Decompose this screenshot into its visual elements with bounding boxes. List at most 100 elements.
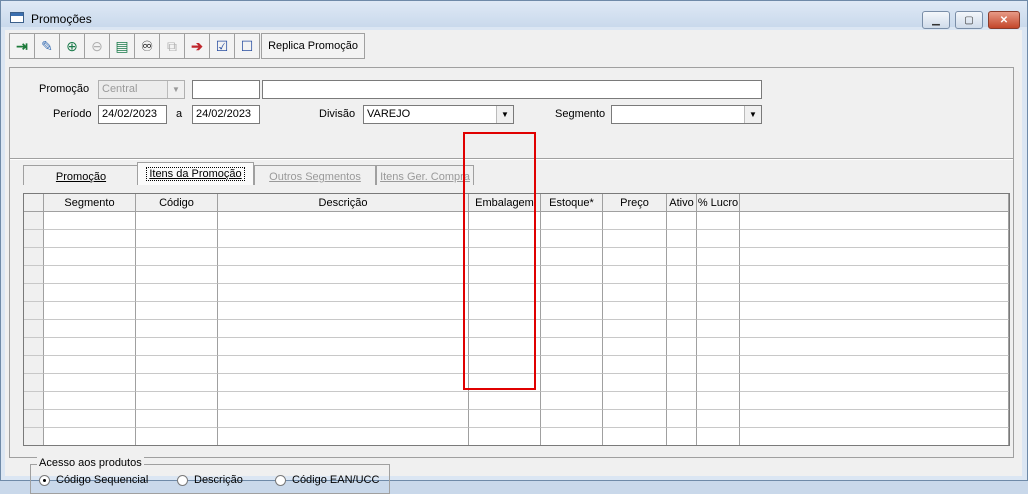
- grid-cell-lucro[interactable]: [697, 212, 740, 230]
- grid-cell-embalagem[interactable]: [469, 266, 541, 284]
- grid-cell-codigo[interactable]: [136, 374, 218, 392]
- tab-promocao[interactable]: Promoção: [23, 165, 139, 185]
- row-selector-cell[interactable]: [24, 410, 44, 428]
- minimize-button[interactable]: ▁: [922, 11, 950, 29]
- column-header-segmento[interactable]: Segmento: [44, 194, 136, 212]
- grid-cell-ativo[interactable]: [667, 338, 697, 356]
- periodo-start-input[interactable]: 24/02/2023: [98, 105, 167, 124]
- grid-cell-ativo[interactable]: [667, 320, 697, 338]
- grid-cell-descricao[interactable]: [218, 284, 469, 302]
- grid-cell-estoque[interactable]: [541, 374, 603, 392]
- grid-cell-preco[interactable]: [603, 374, 667, 392]
- tab-outros-segmentos[interactable]: Outros Segmentos: [254, 165, 376, 185]
- column-header-lucro[interactable]: % Lucro: [697, 194, 740, 212]
- divisao-select[interactable]: VAREJO ▼: [363, 105, 514, 124]
- grid-cell-embalagem[interactable]: [469, 428, 541, 445]
- grid-cell-preco[interactable]: [603, 410, 667, 428]
- grid-cell-segmento[interactable]: [44, 320, 136, 338]
- grid-cell-estoque[interactable]: [541, 284, 603, 302]
- grid-cell-lucro[interactable]: [697, 266, 740, 284]
- grid-cell-ativo[interactable]: [667, 212, 697, 230]
- grid-cell-codigo[interactable]: [136, 410, 218, 428]
- grid-cell-embalagem[interactable]: [469, 230, 541, 248]
- row-selector-cell[interactable]: [24, 212, 44, 230]
- grid-cell-ativo[interactable]: [667, 302, 697, 320]
- uncheck-all-button[interactable]: ☐: [234, 33, 260, 59]
- grid-cell-filler[interactable]: [740, 356, 1009, 374]
- grid-cell-lucro[interactable]: [697, 248, 740, 266]
- grid-cell-embalagem[interactable]: [469, 338, 541, 356]
- grid-cell-ativo[interactable]: [667, 266, 697, 284]
- promocao-code-input[interactable]: [192, 80, 260, 99]
- close-button[interactable]: ✕: [988, 11, 1020, 29]
- add-item-button[interactable]: ⊕: [59, 33, 85, 59]
- grid-cell-segmento[interactable]: [44, 374, 136, 392]
- grid-cell-filler[interactable]: [740, 248, 1009, 266]
- column-header-estoque[interactable]: Estoque*: [541, 194, 603, 212]
- grid-cell-estoque[interactable]: [541, 338, 603, 356]
- grid-cell-descricao[interactable]: [218, 230, 469, 248]
- grid-cell-preco[interactable]: [603, 356, 667, 374]
- grid-cell-estoque[interactable]: [541, 428, 603, 445]
- grid-cell-estoque[interactable]: [541, 266, 603, 284]
- itens-grid[interactable]: Segmento Código Descrição Embalagem Estoque*…: [23, 193, 1010, 446]
- exit-button[interactable]: ⇥: [9, 33, 35, 59]
- radio-descricao[interactable]: Descrição: [177, 474, 243, 486]
- grid-cell-lucro[interactable]: [697, 230, 740, 248]
- grid-cell-segmento[interactable]: [44, 230, 136, 248]
- grid-cell-segmento[interactable]: [44, 248, 136, 266]
- grid-cell-codigo[interactable]: [136, 392, 218, 410]
- grid-cell-preco[interactable]: [603, 284, 667, 302]
- copy-button[interactable]: ⧉: [159, 33, 185, 59]
- grid-cell-estoque[interactable]: [541, 356, 603, 374]
- grid-cell-embalagem[interactable]: [469, 410, 541, 428]
- grid-cell-lucro[interactable]: [697, 374, 740, 392]
- grid-cell-descricao[interactable]: [218, 392, 469, 410]
- promocao-select[interactable]: Central ▼: [98, 80, 185, 99]
- grid-cell-segmento[interactable]: [44, 338, 136, 356]
- row-selector-cell[interactable]: [24, 284, 44, 302]
- column-header-descricao[interactable]: Descrição: [218, 194, 469, 212]
- grid-cell-lucro[interactable]: [697, 392, 740, 410]
- grid-cell-lucro[interactable]: [697, 302, 740, 320]
- radio-codigo-ean[interactable]: Código EAN/UCC: [275, 474, 379, 486]
- grid-cell-preco[interactable]: [603, 428, 667, 445]
- grid-cell-descricao[interactable]: [218, 410, 469, 428]
- replica-promocao-button[interactable]: Replica Promoção: [261, 33, 365, 59]
- grid-cell-embalagem[interactable]: [469, 356, 541, 374]
- grid-cell-estoque[interactable]: [541, 410, 603, 428]
- grid-cell-lucro[interactable]: [697, 320, 740, 338]
- row-selector-cell[interactable]: [24, 302, 44, 320]
- grid-cell-descricao[interactable]: [218, 302, 469, 320]
- grid-cell-filler[interactable]: [740, 284, 1009, 302]
- grid-cell-filler[interactable]: [740, 212, 1009, 230]
- grid-cell-descricao[interactable]: [218, 338, 469, 356]
- grid-cell-ativo[interactable]: [667, 392, 697, 410]
- grid-cell-embalagem[interactable]: [469, 320, 541, 338]
- grid-cell-segmento[interactable]: [44, 410, 136, 428]
- check-all-button[interactable]: ☑: [209, 33, 235, 59]
- tab-itens-ger-compra[interactable]: Itens Ger. Compra: [376, 165, 474, 185]
- grid-cell-segmento[interactable]: [44, 266, 136, 284]
- row-selector-cell[interactable]: [24, 392, 44, 410]
- grid-cell-estoque[interactable]: [541, 320, 603, 338]
- grid-cell-preco[interactable]: [603, 302, 667, 320]
- column-header-ativo[interactable]: Ativo: [667, 194, 697, 212]
- grid-cell-descricao[interactable]: [218, 248, 469, 266]
- grid-cell-codigo[interactable]: [136, 428, 218, 445]
- grid-cell-lucro[interactable]: [697, 338, 740, 356]
- segmento-select[interactable]: ▼: [611, 105, 762, 124]
- grid-cell-descricao[interactable]: [218, 374, 469, 392]
- column-header-filler[interactable]: [740, 194, 1009, 212]
- grid-cell-filler[interactable]: [740, 392, 1009, 410]
- grid-cell-codigo[interactable]: [136, 320, 218, 338]
- grid-cell-estoque[interactable]: [541, 212, 603, 230]
- row-selector-cell[interactable]: [24, 230, 44, 248]
- grid-cell-filler[interactable]: [740, 302, 1009, 320]
- grid-cell-preco[interactable]: [603, 248, 667, 266]
- grid-cell-descricao[interactable]: [218, 212, 469, 230]
- grid-cell-lucro[interactable]: [697, 410, 740, 428]
- grid-cell-embalagem[interactable]: [469, 284, 541, 302]
- grid-cell-preco[interactable]: [603, 320, 667, 338]
- column-header-embalagem[interactable]: Embalagem: [469, 194, 541, 212]
